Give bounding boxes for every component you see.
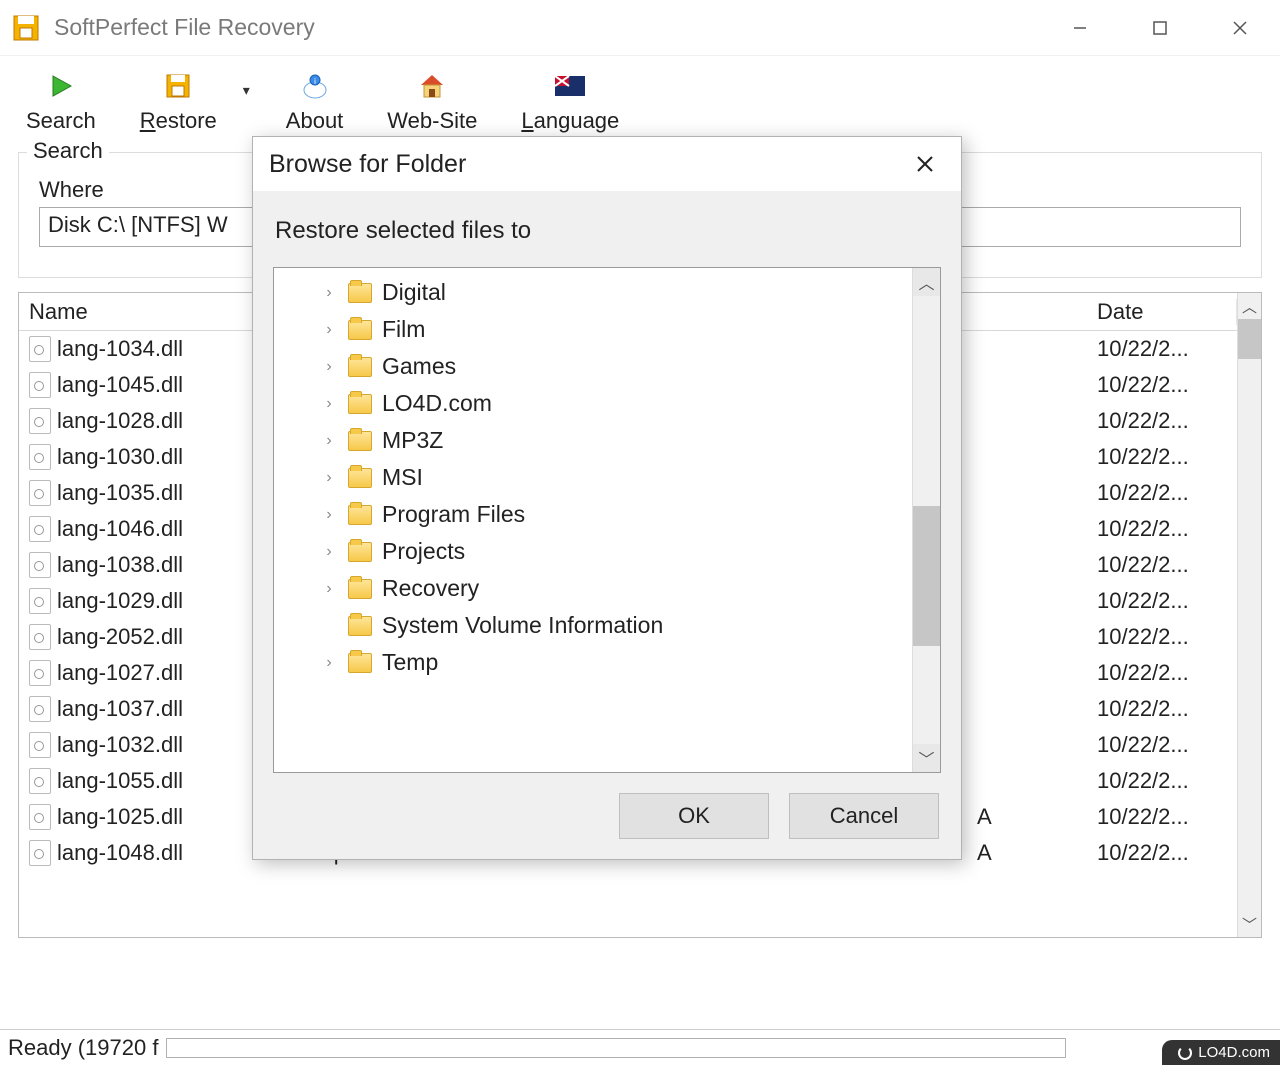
expand-icon[interactable]: ›	[320, 395, 338, 413]
folder-label: Film	[382, 316, 425, 343]
folder-icon	[348, 653, 372, 673]
expand-icon[interactable]: ›	[320, 469, 338, 487]
folder-label: LO4D.com	[382, 390, 492, 417]
app-window: SoftPerfect File Recovery Search Restore…	[0, 0, 1280, 1065]
folder-tree-item[interactable]: › Program Files	[274, 496, 912, 533]
dialog-titlebar: Browse for Folder	[253, 137, 961, 191]
folder-tree-item[interactable]: › Games	[274, 348, 912, 385]
expand-icon[interactable]: ›	[320, 543, 338, 561]
watermark-badge: LO4D.com	[1162, 1040, 1280, 1065]
folder-label: System Volume Information	[382, 612, 663, 639]
folder-tree-item[interactable]: › Projects	[274, 533, 912, 570]
expand-icon[interactable]: ›	[320, 358, 338, 376]
folder-tree-item[interactable]: System Volume Information	[274, 607, 912, 644]
folder-icon	[348, 542, 372, 562]
folder-label: MSI	[382, 464, 423, 491]
folder-tree-item[interactable]: › Digital	[274, 274, 912, 311]
expand-icon[interactable]: ›	[320, 654, 338, 672]
dialog-title-text: Browse for Folder	[269, 150, 466, 179]
ok-button[interactable]: OK	[619, 793, 769, 839]
folder-tree-item[interactable]: › MSI	[274, 459, 912, 496]
folder-icon	[348, 394, 372, 414]
expand-icon[interactable]: ›	[320, 432, 338, 450]
folder-label: Recovery	[382, 575, 479, 602]
folder-tree-item[interactable]: › Film	[274, 311, 912, 348]
dialog-close-button[interactable]	[905, 144, 945, 184]
folder-icon	[348, 468, 372, 488]
folder-tree-item[interactable]: › LO4D.com	[274, 385, 912, 422]
browse-folder-dialog: Browse for Folder Restore selected files…	[252, 136, 962, 860]
folder-icon	[348, 357, 372, 377]
expand-icon[interactable]: ›	[320, 506, 338, 524]
folder-tree-item[interactable]: › Recovery	[274, 570, 912, 607]
watermark-icon	[1178, 1046, 1192, 1060]
folder-label: Games	[382, 353, 456, 380]
folder-label: MP3Z	[382, 427, 443, 454]
folder-icon	[348, 616, 372, 636]
tree-scroll-down-icon[interactable]: ﹀	[913, 744, 940, 772]
folder-label: Projects	[382, 538, 465, 565]
tree-scroll-up-icon[interactable]: ︿	[913, 268, 940, 296]
tree-scrollbar[interactable]: ︿ ﹀	[912, 268, 940, 772]
dialog-message: Restore selected files to	[253, 191, 961, 267]
folder-tree: › Digital › Film › Games › LO4D.com › MP…	[273, 267, 941, 773]
folder-icon	[348, 431, 372, 451]
folder-label: Temp	[382, 649, 438, 676]
folder-icon	[348, 505, 372, 525]
folder-tree-item[interactable]: › MP3Z	[274, 422, 912, 459]
folder-tree-item[interactable]: › Temp	[274, 644, 912, 681]
expand-icon[interactable]: ›	[320, 284, 338, 302]
dialog-backdrop: Browse for Folder Restore selected files…	[0, 0, 1280, 1065]
tree-scroll-thumb[interactable]	[913, 506, 940, 646]
folder-icon	[348, 283, 372, 303]
folder-icon	[348, 320, 372, 340]
folder-label: Digital	[382, 279, 446, 306]
watermark-text: LO4D.com	[1198, 1044, 1270, 1061]
expand-icon[interactable]: ›	[320, 321, 338, 339]
folder-icon	[348, 579, 372, 599]
folder-label: Program Files	[382, 501, 525, 528]
cancel-button[interactable]: Cancel	[789, 793, 939, 839]
expand-icon[interactable]: ›	[320, 580, 338, 598]
